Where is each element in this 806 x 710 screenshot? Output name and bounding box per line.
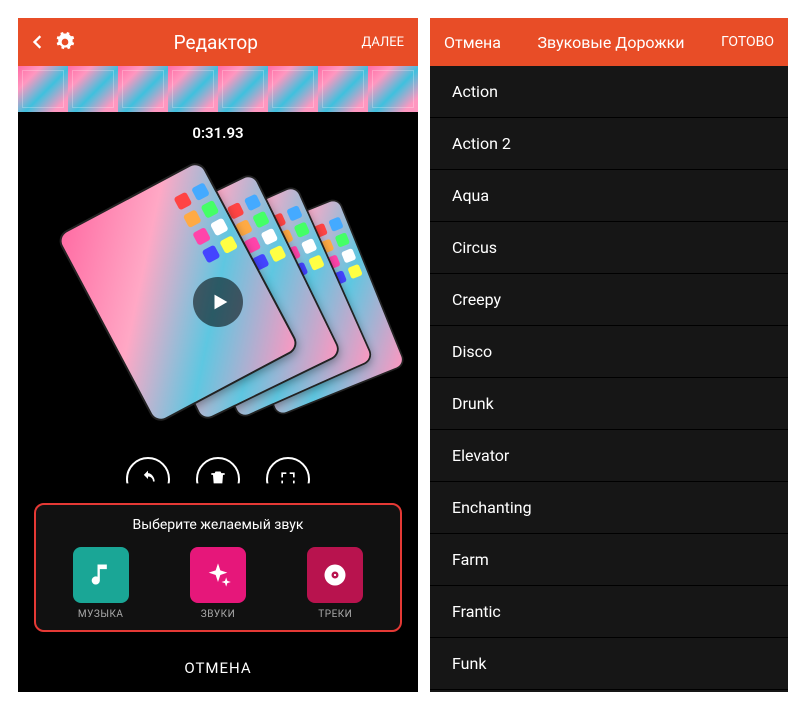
back-button[interactable] bbox=[26, 31, 48, 53]
sound-option-spark[interactable]: ЗВУКИ bbox=[190, 547, 246, 620]
editor-screen: Редактор ДАЛЕЕ 0:31.93 bbox=[18, 18, 418, 692]
sound-option-music[interactable]: МУЗЫКА bbox=[73, 547, 129, 620]
chevron-left-icon bbox=[27, 32, 47, 52]
sound-option-label: ЗВУКИ bbox=[201, 609, 235, 620]
spark-icon bbox=[190, 547, 246, 603]
timeline-thumb[interactable] bbox=[68, 66, 118, 112]
track-item[interactable]: Action 2 bbox=[430, 118, 788, 170]
cancel-button[interactable]: ОТМЕНА bbox=[18, 644, 418, 692]
timeline-thumb[interactable] bbox=[118, 66, 168, 112]
track-item[interactable]: Action bbox=[430, 66, 788, 118]
settings-button[interactable] bbox=[54, 31, 76, 53]
track-item[interactable]: Creepy bbox=[430, 274, 788, 326]
timeline-thumb[interactable] bbox=[168, 66, 218, 112]
timeline-thumb[interactable] bbox=[218, 66, 268, 112]
track-item[interactable]: Enchanting bbox=[430, 482, 788, 534]
sound-panel-title: Выберите желаемый звук bbox=[42, 517, 394, 533]
editor-title: Редактор bbox=[82, 31, 350, 54]
fullscreen-icon bbox=[278, 469, 298, 489]
timeline-thumb[interactable] bbox=[268, 66, 318, 112]
sound-option-disc[interactable]: ТРЕКИ bbox=[307, 547, 363, 620]
timeline[interactable] bbox=[18, 66, 418, 112]
track-item[interactable]: Disco bbox=[430, 326, 788, 378]
timeline-thumb[interactable] bbox=[18, 66, 68, 112]
track-item[interactable]: Elevator bbox=[430, 430, 788, 482]
next-button[interactable]: ДАЛЕЕ bbox=[356, 35, 410, 50]
editor-header: Редактор ДАЛЕЕ bbox=[18, 18, 418, 66]
tracks-header: Отмена Звуковые Дорожки ГОТОВО bbox=[430, 18, 788, 66]
track-item[interactable]: Funk bbox=[430, 638, 788, 690]
timeline-thumb[interactable] bbox=[318, 66, 368, 112]
play-icon bbox=[209, 291, 231, 313]
sound-selection-panel: Выберите желаемый звук МУЗЫКА ЗВУКИ ТРЕКИ bbox=[34, 503, 402, 632]
track-item[interactable]: Frantic bbox=[430, 586, 788, 638]
fullscreen-button[interactable] bbox=[266, 457, 310, 501]
track-item[interactable]: Aqua bbox=[430, 170, 788, 222]
tracks-screen: Отмена Звуковые Дорожки ГОТОВО ActionAct… bbox=[430, 18, 788, 692]
undo-button[interactable] bbox=[126, 457, 170, 501]
done-button[interactable]: ГОТОВО bbox=[715, 34, 780, 50]
edit-toolbar bbox=[18, 457, 418, 501]
gear-icon bbox=[55, 32, 75, 52]
timecode: 0:31.93 bbox=[18, 124, 418, 142]
delete-button[interactable] bbox=[196, 457, 240, 501]
disc-icon bbox=[307, 547, 363, 603]
timeline-thumb[interactable] bbox=[368, 66, 418, 112]
video-preview bbox=[18, 150, 418, 453]
sound-option-label: МУЗЫКА bbox=[78, 609, 124, 620]
music-icon bbox=[73, 547, 129, 603]
track-item[interactable]: Circus bbox=[430, 222, 788, 274]
track-list[interactable]: ActionAction 2AquaCircusCreepyDiscoDrunk… bbox=[430, 66, 788, 692]
play-button[interactable] bbox=[193, 277, 243, 327]
tracks-title: Звуковые Дорожки bbox=[513, 33, 709, 52]
sound-option-label: ТРЕКИ bbox=[318, 609, 352, 620]
undo-icon bbox=[138, 469, 158, 489]
cancel-button[interactable]: Отмена bbox=[438, 33, 507, 52]
track-item[interactable]: Drunk bbox=[430, 378, 788, 430]
trash-icon bbox=[208, 469, 228, 489]
track-item[interactable]: Farm bbox=[430, 534, 788, 586]
